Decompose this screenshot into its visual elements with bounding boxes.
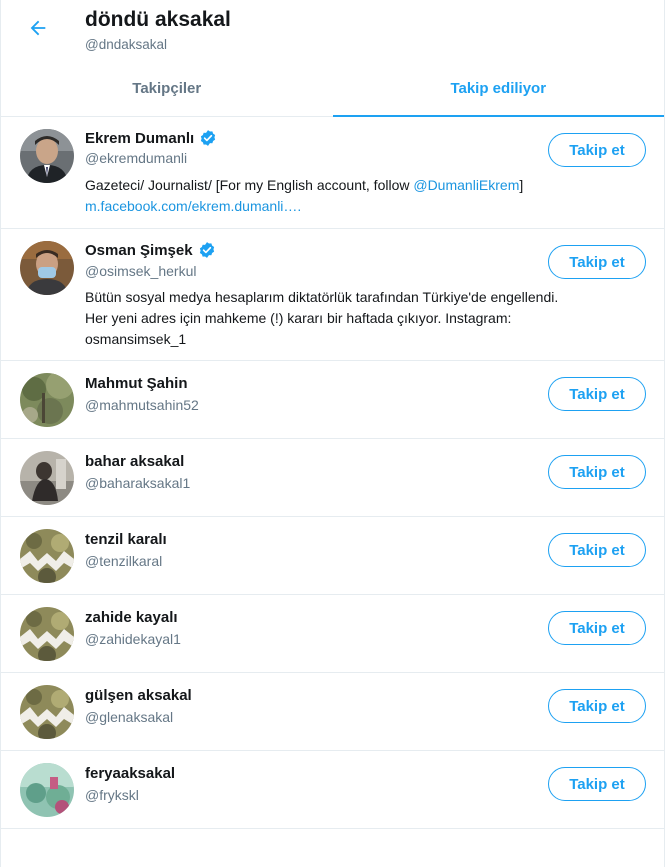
bio-line: Gazeteci/ Journalist/ [For my English ac… xyxy=(85,175,644,196)
user-row[interactable]: zahide kayalı @zahidekayal1 Takip et xyxy=(1,595,664,673)
bio-mention-link[interactable]: @DumanliEkrem xyxy=(413,177,519,193)
user-row[interactable]: feryaaksakal @frykskl Takip et xyxy=(1,751,664,829)
user-handle: @osimsek_herkul xyxy=(85,263,197,279)
user-row[interactable]: tenzil karalı @tenzilkaral Takip et xyxy=(1,517,664,595)
following-panel: döndü aksakal @dndaksakal Takipçiler Tak… xyxy=(0,0,665,867)
follow-button[interactable]: Takip et xyxy=(548,133,646,167)
avatar[interactable] xyxy=(20,763,74,817)
user-row[interactable]: Osman Şimşek @osimsek_herkul Bütün sosya… xyxy=(1,229,664,361)
user-name-row: feryaaksakal xyxy=(85,765,175,782)
user-bio: Gazeteci/ Journalist/ [For my English ac… xyxy=(85,175,644,217)
user-handle: @glenaksakal xyxy=(85,709,174,725)
avatar[interactable] xyxy=(20,529,74,583)
follow-button[interactable]: Takip et xyxy=(548,533,646,567)
user-name-row: bahar aksakal xyxy=(85,453,184,470)
bio-line: m.facebook.com/ekrem.dumanli…. xyxy=(85,196,644,217)
user-name[interactable]: tenzil karalı xyxy=(85,531,167,548)
user-row[interactable]: gülşen aksakal @glenaksakal Takip et xyxy=(1,673,664,751)
follow-button[interactable]: Takip et xyxy=(548,767,646,801)
user-name[interactable]: bahar aksakal xyxy=(85,453,184,470)
verified-badge-icon xyxy=(198,241,216,259)
follow-button[interactable]: Takip et xyxy=(548,377,646,411)
arrow-left-icon xyxy=(27,17,49,44)
user-handle: @baharaksakal1 xyxy=(85,475,191,491)
bio-line: Her yeni adres için mahkeme (!) kararı b… xyxy=(85,310,512,326)
back-button[interactable] xyxy=(25,17,51,43)
user-handle: @tenzilkaral xyxy=(85,553,163,569)
follow-button[interactable]: Takip et xyxy=(548,245,646,279)
user-name[interactable]: Mahmut Şahin xyxy=(85,375,188,392)
bio-url-link[interactable]: m.facebook.com/ekrem.dumanli…. xyxy=(85,198,301,214)
tab-following[interactable]: Takip ediliyor xyxy=(332,61,665,117)
bio-line: osmansimsek_1 xyxy=(85,331,187,347)
tab-bar: Takipçiler Takip ediliyor xyxy=(1,61,665,117)
tab-followers[interactable]: Takipçiler xyxy=(1,61,333,116)
page-title: döndü aksakal xyxy=(85,8,231,31)
user-name[interactable]: Ekrem Dumanlı xyxy=(85,130,194,147)
user-name-row: gülşen aksakal xyxy=(85,687,192,704)
avatar[interactable] xyxy=(20,451,74,505)
user-handle: @mahmutsahin52 xyxy=(85,397,199,413)
follow-button[interactable]: Takip et xyxy=(548,689,646,723)
user-name-row: Ekrem Dumanlı xyxy=(85,129,217,147)
avatar[interactable] xyxy=(20,685,74,739)
avatar[interactable] xyxy=(20,373,74,427)
user-name-row: tenzil karalı xyxy=(85,531,167,548)
bio-text: ] xyxy=(519,177,524,193)
follow-button[interactable]: Takip et xyxy=(548,611,646,645)
user-name-row: Osman Şimşek xyxy=(85,241,216,259)
user-row[interactable]: bahar aksakal @baharaksakal1 Takip et xyxy=(1,439,664,517)
user-handle: @ekremdumanli xyxy=(85,150,188,166)
bio-text: Gazeteci/ Journalist/ [For my English ac… xyxy=(85,177,414,193)
avatar[interactable] xyxy=(20,607,74,661)
user-name-row: zahide kayalı xyxy=(85,609,178,626)
user-row[interactable]: Mahmut Şahin @mahmutsahin52 Takip et xyxy=(1,361,664,439)
follow-button[interactable]: Takip et xyxy=(548,455,646,489)
avatar[interactable] xyxy=(20,241,74,295)
profile-handle: @dndaksakal xyxy=(85,37,168,52)
user-handle: @frykskl xyxy=(85,787,139,803)
user-bio: Bütün sosyal medya hesaplarım diktatörlü… xyxy=(85,287,644,350)
user-name[interactable]: zahide kayalı xyxy=(85,609,178,626)
profile-header: döndü aksakal @dndaksakal Takipçiler Tak… xyxy=(1,0,664,117)
verified-badge-icon xyxy=(199,129,217,147)
bio-line: Bütün sosyal medya hesaplarım diktatörlü… xyxy=(85,289,559,305)
user-name[interactable]: feryaaksakal xyxy=(85,765,175,782)
user-name[interactable]: Osman Şimşek xyxy=(85,242,193,259)
user-list: Ekrem Dumanlı @ekremdumanli Gazeteci/ Jo… xyxy=(1,117,664,829)
user-name-row: Mahmut Şahin xyxy=(85,375,188,392)
user-name[interactable]: gülşen aksakal xyxy=(85,687,192,704)
avatar[interactable] xyxy=(20,129,74,183)
user-row[interactable]: Ekrem Dumanlı @ekremdumanli Gazeteci/ Jo… xyxy=(1,117,664,229)
user-handle: @zahidekayal1 xyxy=(85,631,181,647)
